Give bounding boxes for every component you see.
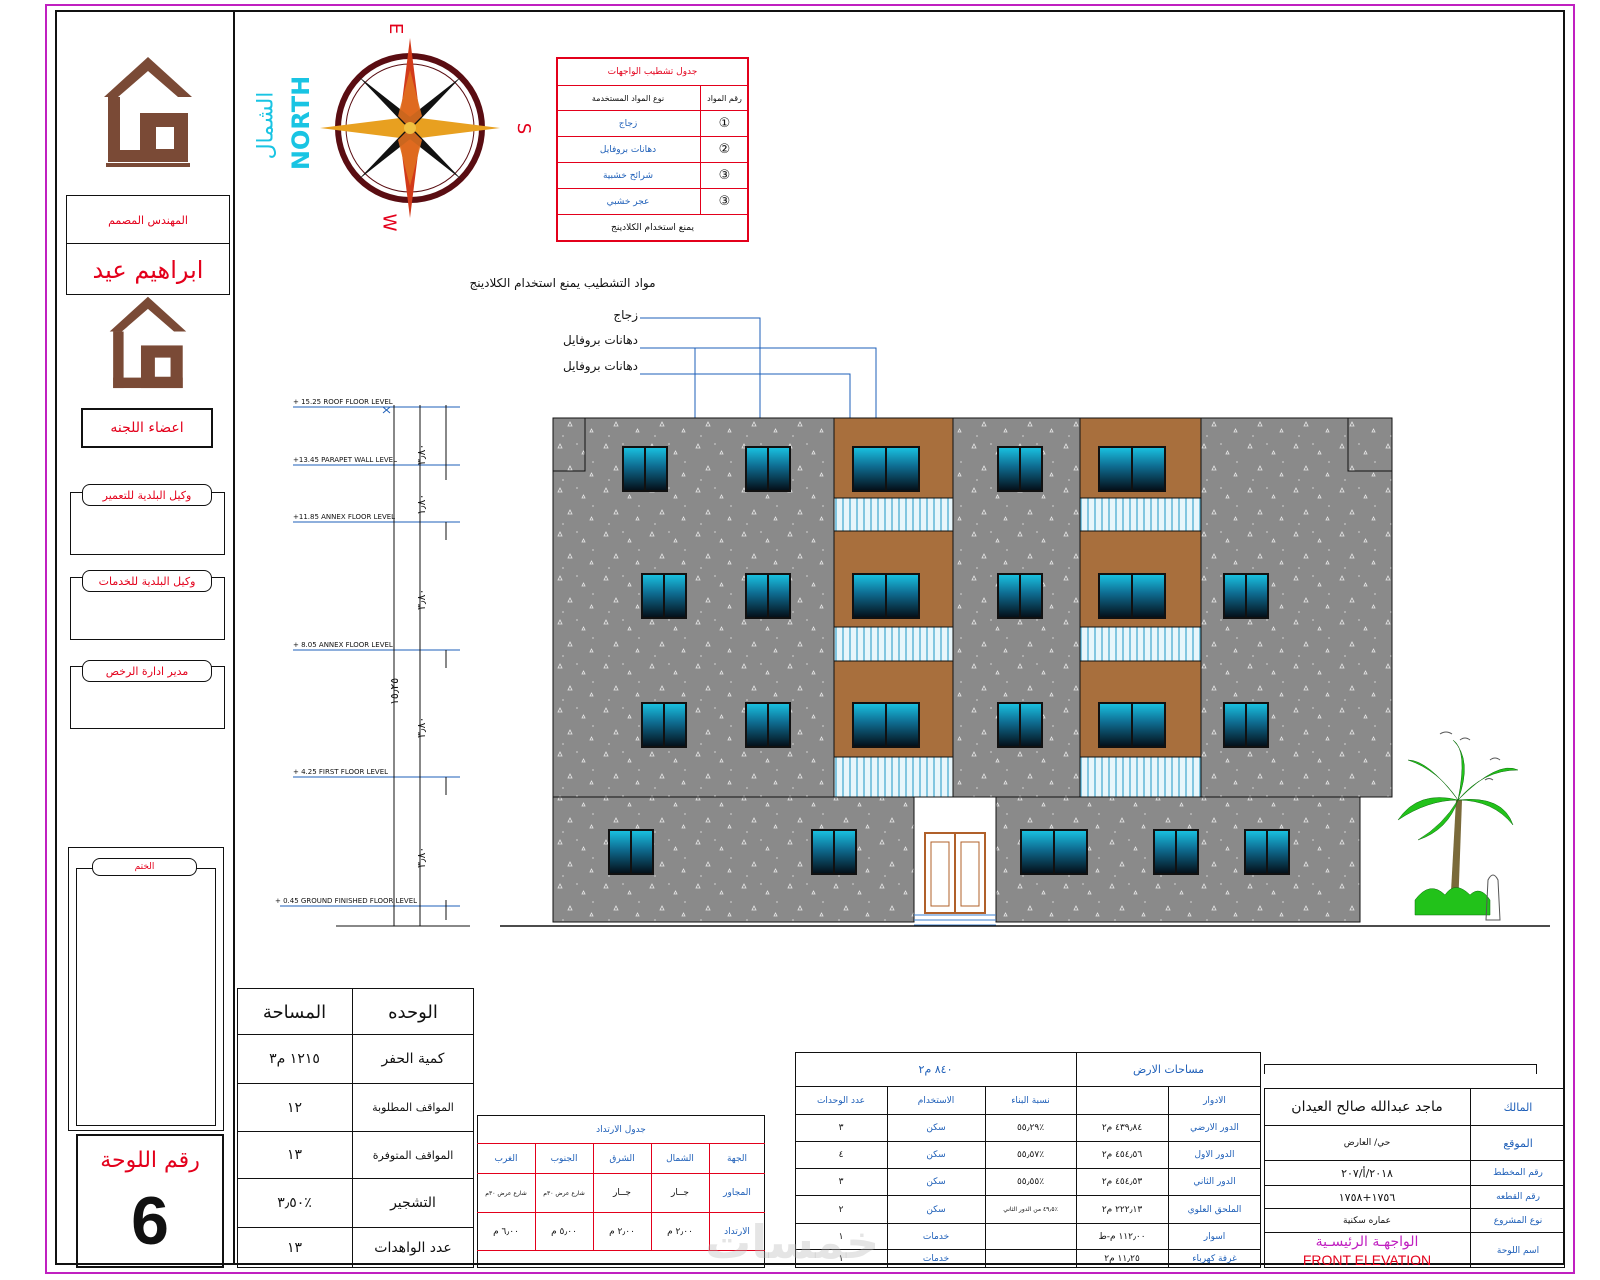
land-area-value: ٨٤٠ م٢ [918, 1063, 953, 1076]
watermark: خمسات [705, 1215, 880, 1269]
areas-area: ٤٣٩٫٨٤ م٢ [1101, 1123, 1143, 1133]
areas-header: نسبة البناء [1011, 1095, 1050, 1106]
owner-value: ماجد عبدالله صالح العيدان [1291, 1099, 1443, 1115]
units-row-label: عدد الواهدات [374, 1240, 452, 1256]
areas-header [1076, 1087, 1168, 1114]
areas-area: ٢٢٢٫١٣ م٢ [1101, 1204, 1143, 1215]
areas-use: سكن [926, 1177, 946, 1187]
plot-value: ١٧٥٦+١٧٥٨ [1338, 1190, 1396, 1204]
areas-ratio: ٪٥٥٫٥٥ [1016, 1177, 1045, 1187]
level-label: + 0.45 GROUND FINISHED FLOOR LEVEL [275, 897, 418, 905]
setback-header: الشمال [666, 1153, 694, 1164]
areas-header: عدد الوحدات [816, 1095, 866, 1106]
level-label: + 4.25 FIRST FLOOR LEVEL [293, 768, 389, 776]
areas-header: الادوار [1203, 1095, 1226, 1106]
plan-value: ٢٠١٨/أ/٢٠٧ [1341, 1166, 1393, 1180]
areas-units: ٤ [838, 1150, 844, 1160]
level-label: +11.85 ANNEX FLOOR LEVEL [293, 513, 396, 521]
areas-area: ٤٥٤٫٥٦ م٢ [1101, 1150, 1143, 1160]
level-label: + 15.25 ROOF FLOOR LEVEL [293, 398, 393, 406]
location-label: الموقع [1503, 1136, 1533, 1150]
setback-neighbor: شارع عرض ٣٠م [543, 1189, 585, 1197]
areas-use: سكن [926, 1123, 946, 1133]
areas-units: ٣ [838, 1123, 844, 1133]
areas-header: الاستخدام [917, 1095, 955, 1106]
setback-title: جدول الارتداد [596, 1124, 646, 1135]
entrance-door [914, 832, 996, 926]
setback-header: الغرب [494, 1153, 518, 1164]
dim-text: ١٥٫٢٥ [388, 677, 401, 705]
project-value: عماره سكنية [1343, 1215, 1392, 1226]
units-row-label: المواقف المتوفرة [372, 1148, 454, 1162]
dim-text: ٣٫٨٠ [415, 443, 428, 465]
owner-label: المالك [1503, 1100, 1533, 1114]
areas-floor: الدور الاول [1194, 1150, 1235, 1160]
units-row-value: ١٣ [286, 1147, 303, 1163]
units-col-area: المساحة [262, 1001, 327, 1023]
areas-floor: الدور الثاني [1193, 1177, 1236, 1187]
level-label: +13.45 PARAPET WALL LEVEL [293, 456, 397, 464]
areas-ratio: ٪٥٥٫٢٩ [1016, 1123, 1045, 1133]
areas-units: ٣ [838, 1177, 844, 1187]
units-row-label: المواقف المطلوبة [372, 1101, 454, 1114]
units-col-unit: الوحده [388, 1001, 438, 1023]
areas-area: ١١٢٫٠٠ م-ط [1098, 1231, 1146, 1242]
land-area-label: مساحات الارض [1133, 1063, 1205, 1076]
units-row-value: ١٣ [286, 1240, 303, 1256]
project-label: نوع المشروع [1493, 1215, 1543, 1226]
areas-ratio: ٪٥٥٫٥٧ [1016, 1150, 1045, 1160]
setback-header: الجهة [726, 1153, 748, 1164]
plot-label: رقم القطعه [1496, 1192, 1540, 1202]
areas-use: سكن [926, 1150, 946, 1160]
areas-floor: اسوار [1203, 1231, 1226, 1242]
sheet-name-en: FRONT ELEVATION [1302, 1252, 1432, 1268]
setback-header: الشرق [609, 1153, 635, 1164]
setback-value: ٦٫٠٠ م [493, 1226, 519, 1237]
setback-neighbor: جــار [671, 1188, 689, 1198]
units-row-label: التشجير [390, 1195, 436, 1211]
location-value: حي/ العارض [1343, 1138, 1391, 1148]
units-row-value: ١٢ [286, 1099, 303, 1116]
areas-floor: الملحق العلوي [1187, 1204, 1242, 1215]
areas-use: سكن [926, 1204, 946, 1215]
areas-floor: الدور الارضي [1190, 1123, 1239, 1133]
areas-ratio: ٪٤٩٫٥ من الدور الثاني [1003, 1206, 1058, 1213]
level-markers [280, 406, 460, 907]
level-label: + 8.05 ANNEX FLOOR LEVEL [293, 641, 393, 649]
areas-use: خدمات [922, 1254, 950, 1264]
dim-text: ٣٫٨٠ [415, 846, 428, 868]
plan-label: رقم المخطط [1493, 1168, 1543, 1178]
sheet-name-label: اسم اللوحة [1496, 1245, 1540, 1256]
setback-value: ٢٫٠٠ م [667, 1226, 693, 1237]
units-row-value: ٪٣٫٥٠ [277, 1195, 312, 1211]
areas-use: خدمات [922, 1231, 950, 1242]
dim-text: ١٫٨٠ [415, 493, 428, 515]
areas-area: ٤٥٤٫٥٣ م٢ [1101, 1177, 1143, 1187]
setback-header: الجنوب [550, 1153, 578, 1164]
setback-neighbor: جــار [613, 1188, 631, 1198]
dim-text: ٣٫٨٠ [415, 716, 428, 738]
palm-tree-icon [1397, 731, 1519, 921]
areas-floor: غرفة كهرباء [1192, 1254, 1237, 1264]
setback-neighbors-label: المجاور [723, 1188, 751, 1198]
setback-value: ٥٫٠٠ م [551, 1226, 577, 1237]
areas-area: ١١٫٢٥ م٢ [1104, 1254, 1140, 1264]
setback-neighbor: شارع عرض ٣٠م [485, 1189, 527, 1197]
sheet-name-ar: الواجهـة الرئيسـية [1315, 1234, 1419, 1250]
units-row-value: ١٢١٥ م٣ [269, 1051, 320, 1067]
lower-facade-left [552, 796, 915, 923]
dim-text: ٣٫٨٠ [415, 588, 428, 610]
setback-value: ٢٫٠٠ م [609, 1226, 635, 1237]
dimension-chain [336, 405, 470, 927]
units-row-label: كمية الحفر [381, 1051, 445, 1067]
